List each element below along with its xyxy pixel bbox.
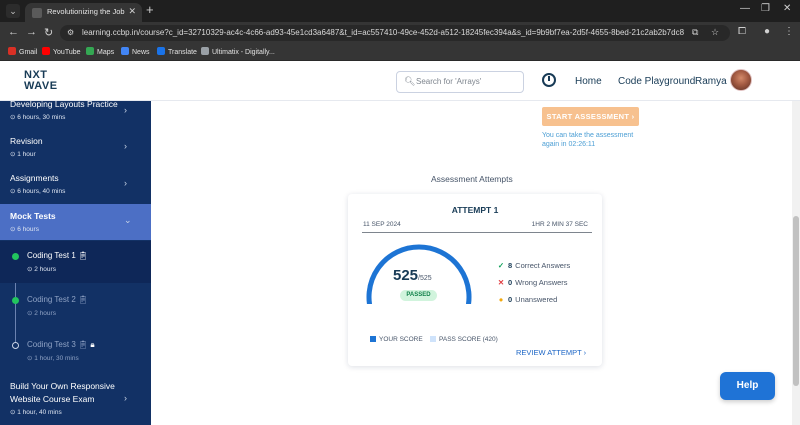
chevron-down-icon: ⌄ xyxy=(124,215,132,225)
tab-favicon-icon xyxy=(32,8,42,18)
chevron-right-icon: › xyxy=(124,393,127,403)
maps-icon xyxy=(86,47,94,55)
gmail-icon xyxy=(8,47,16,55)
chevron-right-icon: › xyxy=(583,348,587,357)
bookmark-news[interactable]: News xyxy=(121,47,150,56)
bookmarks-bar: Gmail YouTube Maps News Translate Ultima… xyxy=(0,44,800,61)
site-info-icon[interactable]: ⚙ xyxy=(67,28,74,37)
browser-tab[interactable]: Revolutionizing the Job Market ✕ xyxy=(25,3,142,22)
translate-icon xyxy=(157,47,165,55)
help-button[interactable]: Help xyxy=(720,372,775,400)
wrong-stat: ✕ 0 Wrong Answers xyxy=(497,278,568,287)
clipboard-icon: 📋︎ xyxy=(78,251,89,260)
browser-toolbar: ← → ↻ ⚙ learning.ccbp.in/course?c_id=327… xyxy=(0,22,800,44)
retry-note: You can take the assessment again in 02:… xyxy=(542,132,634,148)
clipboard-icon: 📋︎ xyxy=(78,295,89,304)
extensions-icon[interactable]: ⧠ xyxy=(738,26,746,37)
bookmark-maps[interactable]: Maps xyxy=(86,47,114,56)
search-placeholder: Search for 'Arrays' xyxy=(416,77,482,86)
address-bar[interactable]: ⚙ learning.ccbp.in/course?c_id=32710329-… xyxy=(60,25,730,41)
minimize-icon[interactable]: — xyxy=(740,3,750,14)
ultimatix-icon xyxy=(201,47,209,55)
chevron-right-icon: › xyxy=(631,112,635,121)
attempt-card: ATTEMPT 1 11 SEP 2024 1HR 2 MIN 37 SEC 5… xyxy=(348,194,602,366)
window-close-icon[interactable]: ✕ xyxy=(783,3,791,14)
legend-pass-score: PASS SCORE (420) xyxy=(430,336,498,343)
news-icon xyxy=(121,47,129,55)
user-name[interactable]: Ramya xyxy=(695,76,727,87)
chevron-right-icon: › xyxy=(124,141,127,151)
course-sidebar: Developing Layouts Practice ⊙ 6 hours, 3… xyxy=(0,101,151,425)
sidebar-item-developing-layouts[interactable]: Developing Layouts Practice ⊙ 6 hours, 3… xyxy=(0,101,151,127)
max-score: /525 xyxy=(418,275,432,282)
sidebar-item-assignments[interactable]: Assignments ⊙ 6 hours, 40 mins › xyxy=(0,168,151,202)
legend-your-score: YOUR SCORE xyxy=(370,336,423,343)
back-icon[interactable]: ← xyxy=(8,26,19,38)
page-scrollbar[interactable] xyxy=(792,101,800,425)
check-icon: ✓ xyxy=(497,261,505,270)
maximize-icon[interactable]: ❐ xyxy=(761,3,770,14)
stopwatch-icon[interactable] xyxy=(542,73,556,87)
chevron-right-icon: › xyxy=(124,178,127,188)
cross-icon: ✕ xyxy=(497,278,505,287)
completed-dot-icon xyxy=(12,253,19,260)
sidebar-item-revision[interactable]: Revision ⊙ 1 hour › xyxy=(0,131,151,165)
site-header: NXT WAVE 🔍︎ Search for 'Arrays' Home Cod… xyxy=(0,61,800,101)
nav-home[interactable]: Home xyxy=(575,76,602,87)
start-assessment-button[interactable]: START ASSESSMENT › xyxy=(542,107,639,126)
legend-swatch xyxy=(430,336,436,342)
bookmark-youtube[interactable]: YouTube xyxy=(42,47,81,56)
tab-close-icon[interactable]: ✕ xyxy=(128,6,136,17)
avatar[interactable] xyxy=(730,69,752,91)
browser-tab-bar: ⌄ Revolutionizing the Job Market ✕ + — ❐… xyxy=(0,0,800,22)
nxtwave-logo[interactable]: NXT WAVE xyxy=(24,70,58,92)
attempts-title: Assessment Attempts xyxy=(431,174,513,184)
youtube-icon xyxy=(42,47,50,55)
reload-icon[interactable]: ↻ xyxy=(44,26,53,39)
search-icon: 🔍︎ xyxy=(404,76,416,86)
attempt-duration: 1HR 2 MIN 37 SEC xyxy=(531,221,588,228)
legend-swatch xyxy=(370,336,376,342)
tab-search-icon[interactable]: ⌄ xyxy=(6,4,20,18)
bookmark-gmail[interactable]: Gmail xyxy=(8,47,37,56)
search-input[interactable]: 🔍︎ Search for 'Arrays' xyxy=(396,71,524,93)
sub-item-coding-test-1[interactable]: Coding Test 1 📋︎ ⊙ 2 hours xyxy=(0,241,151,283)
bookmark-ultimatix[interactable]: Ultimatix - Digitally... xyxy=(201,47,275,56)
review-attempt-link[interactable]: REVIEW ATTEMPT › xyxy=(516,348,586,357)
lock-icon: 🔒︎ xyxy=(90,340,95,349)
url-text: learning.ccbp.in/course?c_id=32710329-ac… xyxy=(82,28,685,37)
score-value: 525/525 xyxy=(393,267,432,284)
attempt-date: 11 SEP 2024 xyxy=(363,221,401,228)
clipboard-icon: 📋︎ xyxy=(78,340,89,349)
sidebar-item-course-exam[interactable]: Build Your Own Responsive Website Course… xyxy=(0,377,151,425)
menu-icon[interactable]: ⋮ xyxy=(784,26,794,37)
new-tab-icon[interactable]: + xyxy=(146,2,154,17)
pending-dot-icon xyxy=(12,342,19,349)
sidebar-item-mock-tests[interactable]: Mock Tests ⊙ 6 hours ⌄ xyxy=(0,204,151,240)
unanswered-stat: ● 0 Unanswered xyxy=(496,295,558,304)
bookmark-star-icon[interactable]: ☆ xyxy=(711,27,719,38)
sub-item-coding-test-2[interactable]: Coding Test 2 📋︎ ⊙ 2 hours xyxy=(0,285,151,327)
nav-code-playground[interactable]: Code Playground xyxy=(618,76,695,87)
bookmark-translate[interactable]: Translate xyxy=(157,47,197,56)
dot-icon: ● xyxy=(498,295,504,304)
profile-icon[interactable]: ● xyxy=(764,26,770,37)
forward-icon[interactable]: → xyxy=(26,26,37,38)
completed-dot-icon xyxy=(12,297,19,304)
chevron-right-icon: › xyxy=(124,105,127,115)
correct-stat: ✓ 8 Correct Answers xyxy=(497,261,571,270)
scrollbar-thumb[interactable] xyxy=(793,216,799,386)
share-icon[interactable]: ⧉ xyxy=(692,27,698,38)
sub-item-coding-test-3[interactable]: Coding Test 3 📋︎ 🔒︎ ⊙ 1 hour, 30 mins xyxy=(0,330,151,372)
tab-title: Revolutionizing the Job Market xyxy=(47,7,127,16)
attempt-label: ATTEMPT 1 xyxy=(451,205,499,215)
divider xyxy=(362,232,592,233)
status-badge: PASSED xyxy=(400,290,437,301)
